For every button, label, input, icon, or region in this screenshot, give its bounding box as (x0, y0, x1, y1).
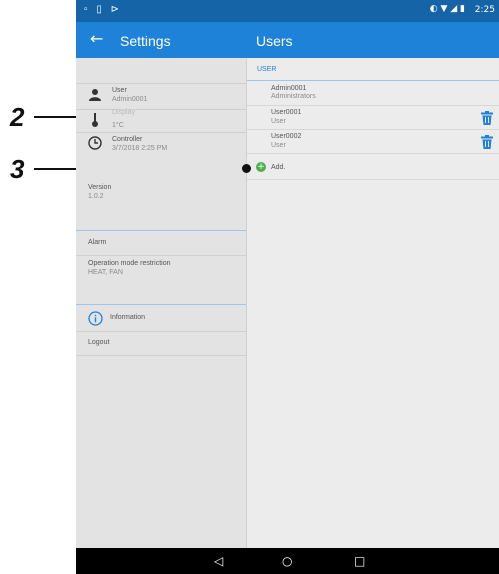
information-label: Information (110, 314, 146, 321)
trash-icon[interactable] (481, 111, 493, 125)
status-bar: ▫ ▯ ⊳ ◐ ▼ ◢ ▮ 2:25 (76, 0, 499, 22)
controller-label: Controller (112, 136, 143, 143)
add-label: Add. (271, 164, 286, 171)
user-name: User0002 (271, 133, 302, 140)
callout-label-3: 3 (10, 154, 25, 184)
android-nav-bar: ◁ ○ □ (76, 548, 499, 574)
divider (76, 355, 246, 356)
user-role: User (271, 118, 286, 125)
display-value: 1°C (112, 122, 124, 129)
settings-item-information[interactable]: Information (76, 308, 246, 330)
settings-item-user[interactable]: User Admin0001 (76, 84, 246, 108)
user-value: Admin0001 (112, 96, 148, 103)
user-row-admin0001[interactable]: Admin0001 Administrators (247, 82, 499, 104)
app-bar: ← Settings Users (76, 22, 499, 58)
user-role: Administrators (271, 93, 316, 100)
user-row-user0002[interactable]: User0002 User (247, 130, 499, 152)
settings-title: Settings (120, 33, 171, 49)
user-name: Admin0001 (271, 85, 307, 92)
callout-label-2: 2 (10, 102, 25, 132)
user-role: User (271, 142, 286, 149)
display-label: Display (112, 109, 135, 116)
notification-icons: ▫ ▯ ⊳ (84, 4, 122, 15)
user-row-user0001[interactable]: User0001 User (247, 106, 499, 128)
settings-item-controller[interactable]: Controller 3/7/2018 2:25 PM (76, 133, 246, 155)
operation-mode-value: HEAT, FAN (88, 269, 123, 276)
controller-value: 3/7/2018 2:25 PM (112, 145, 168, 152)
users-panel: USER Admin0001 Administrators User0001 U… (247, 58, 499, 548)
user-icon (88, 88, 102, 102)
settings-item-display[interactable]: Display 1°C (76, 109, 246, 132)
add-icon: + (256, 162, 266, 172)
tablet-screen: ▫ ▯ ⊳ ◐ ▼ ◢ ▮ 2:25 ← Settings Users User… (76, 0, 499, 574)
divider (76, 304, 246, 305)
divider (247, 179, 499, 180)
add-user-button[interactable]: + Add. (247, 156, 499, 178)
user-name: User0001 (271, 109, 302, 116)
callout-dot-3 (242, 164, 251, 173)
logout-label: Logout (88, 339, 110, 346)
section-header-user: USER (257, 66, 277, 73)
status-time: 2:25 (474, 5, 495, 15)
settings-item-alarm[interactable]: Alarm (76, 236, 246, 254)
operation-mode-label: Operation mode restriction (88, 260, 171, 267)
settings-item-logout[interactable]: Logout (76, 334, 246, 354)
back-arrow-icon[interactable]: ← (90, 29, 103, 48)
clock-icon (88, 136, 102, 150)
settings-list: User Admin0001 Display 1°C Controller 3/… (76, 58, 247, 548)
version-label: Version (88, 184, 112, 191)
nav-recents-icon[interactable]: □ (354, 554, 365, 568)
version-value: 1.0.2 (88, 193, 104, 200)
alarm-label: Alarm (88, 239, 107, 246)
users-title: Users (256, 33, 293, 49)
divider (76, 230, 246, 231)
user-label: User (112, 87, 127, 94)
settings-item-operation-mode[interactable]: Operation mode restriction HEAT, FAN (76, 258, 246, 282)
settings-item-version: Version 1.0.2 (76, 182, 246, 206)
divider (76, 331, 246, 332)
divider (247, 80, 499, 81)
system-icons: ◐ ▼ ◢ ▮ (429, 4, 465, 14)
nav-back-icon[interactable]: ◁ (214, 554, 223, 568)
divider (76, 255, 246, 256)
nav-home-icon[interactable]: ○ (282, 554, 292, 568)
divider (247, 153, 499, 154)
trash-icon[interactable] (481, 135, 493, 149)
info-icon (88, 311, 103, 331)
thermometer-icon (88, 113, 102, 127)
